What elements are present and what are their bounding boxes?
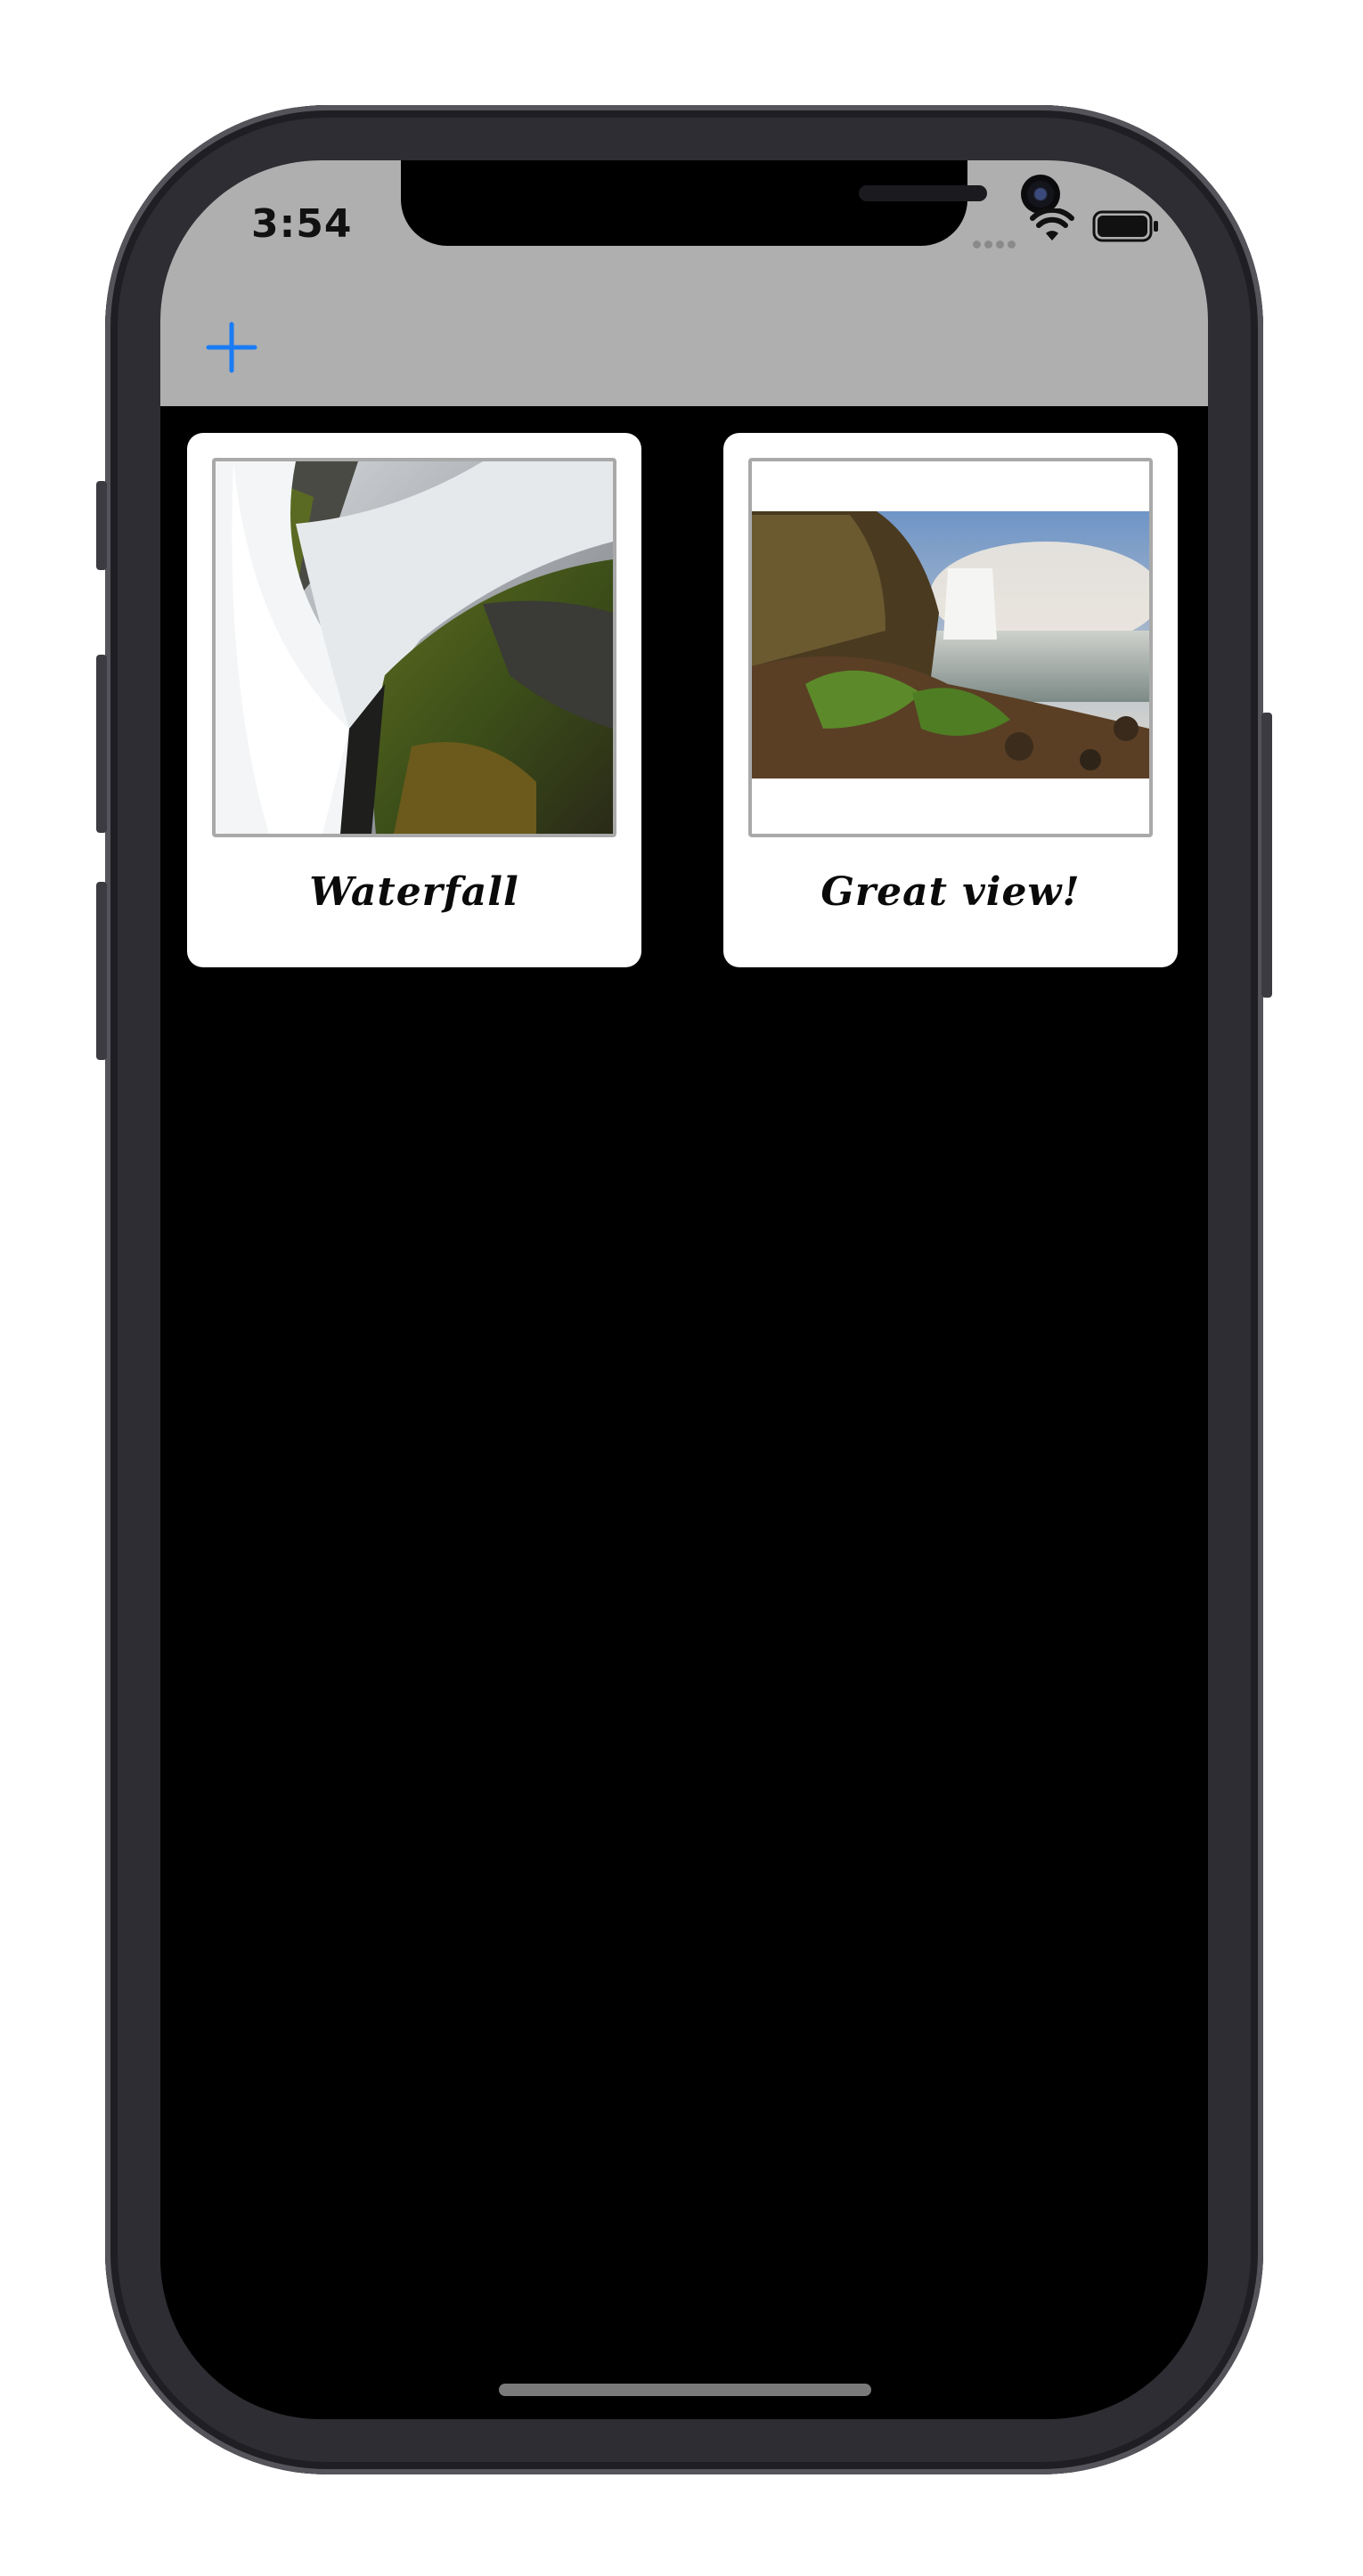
app-screen: 3:54 Waterfall Great view!	[160, 160, 1208, 2419]
waterfall-closeup-image	[216, 461, 613, 834]
card-caption: Great view!	[820, 869, 1081, 915]
battery-icon	[1092, 210, 1158, 242]
photo-card[interactable]: Waterfall	[187, 433, 641, 967]
navigation-bar: 3:54	[160, 160, 1208, 406]
plus-icon[interactable]	[205, 321, 258, 374]
waterfall-landscape-image	[752, 461, 1149, 834]
speaker-grille	[859, 185, 987, 201]
card-caption: Waterfall	[309, 869, 519, 915]
status-time: 3:54	[251, 201, 353, 247]
volume-down-button	[96, 882, 107, 1060]
photo-card[interactable]: Great view!	[723, 433, 1178, 967]
notch	[401, 160, 1060, 246]
power-button	[1261, 713, 1272, 998]
volume-up-button	[96, 655, 107, 833]
home-indicator[interactable]	[499, 2384, 871, 2396]
photo-waterfall	[212, 458, 616, 837]
silent-switch	[96, 481, 107, 570]
wifi-icon	[1030, 208, 1074, 240]
signal-dots-icon	[973, 235, 1021, 249]
photo-great-view	[748, 458, 1153, 837]
